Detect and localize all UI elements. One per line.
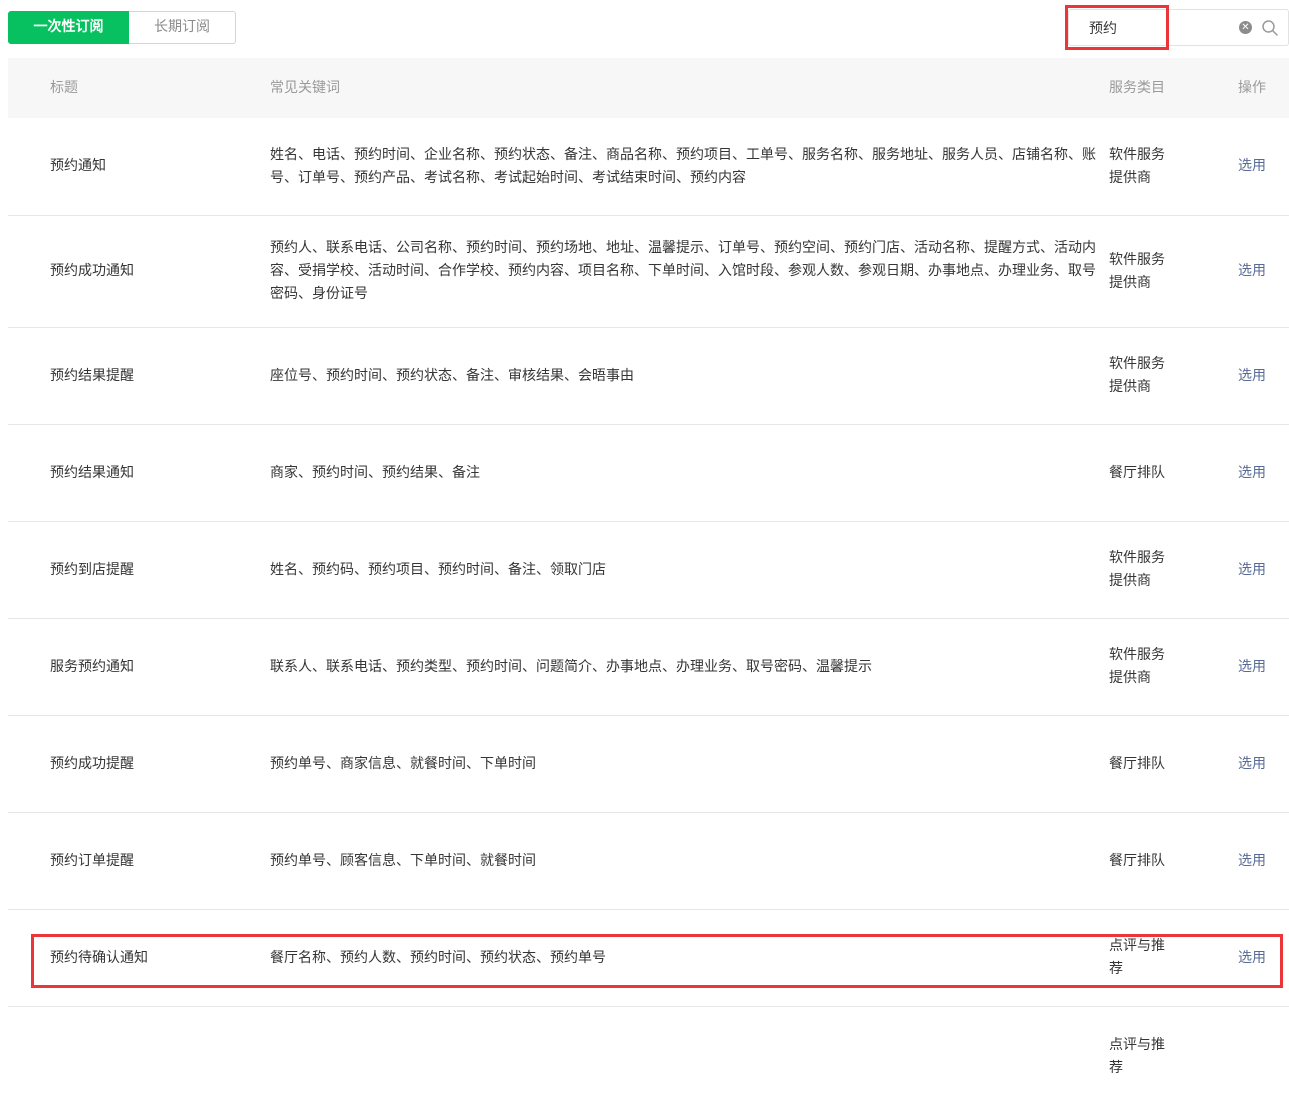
search-box: ✕ [1068,9,1289,46]
row-category: 软件服务提供商 [1109,356,1165,395]
select-link[interactable]: 选用 [1238,947,1266,970]
row-operation: 选用 [1238,619,1278,715]
row-operation: 选用 [1238,118,1278,215]
row-category: 软件服务提供商 [1109,647,1165,686]
select-link[interactable]: 选用 [1238,656,1266,679]
row-operation: 选用 [1238,716,1278,812]
toolbar: 一次性订阅 长期订阅 ✕ [0,0,1289,58]
row-operation [1238,1007,1278,1104]
row-keywords: 联系人、联系电话、预约类型、预约时间、问题简介、办事地点、办理业务、取号密码、温… [270,658,872,675]
table-row: 预约成功通知 预约人、联系电话、公司名称、预约时间、预约场地、地址、温馨提示、订… [8,216,1289,328]
row-category: 餐厅排队 [1109,755,1165,772]
row-operation: 选用 [1238,425,1278,521]
row-title [50,1007,250,1104]
table-row: 点评与推荐 [8,1007,1289,1104]
row-category: 软件服务提供商 [1109,146,1165,186]
row-operation: 选用 [1238,910,1278,1006]
row-category: 餐厅排队 [1109,852,1165,869]
table-row: 预约待确认通知 餐厅名称、预约人数、预约时间、预约状态、预约单号 点评与推荐 选… [8,910,1289,1007]
row-operation: 选用 [1238,328,1278,424]
row-keywords: 预约人、联系电话、公司名称、预约时间、预约场地、地址、温馨提示、订单号、预约空间… [270,240,1096,302]
table-row: 预约订单提醒 预约单号、顾客信息、下单时间、就餐时间 餐厅排队 选用 [8,813,1289,910]
row-title: 预约结果提醒 [50,367,134,384]
row-title: 预约成功通知 [50,263,134,279]
header-category: 服务类目 [1109,80,1165,96]
row-keywords: 餐厅名称、预约人数、预约时间、预约状态、预约单号 [270,949,606,966]
select-link[interactable]: 选用 [1238,155,1266,178]
row-title: 预约结果通知 [50,464,134,481]
table-row: 预约结果通知 商家、预约时间、预约结果、备注 餐厅排队 选用 [8,425,1289,522]
clear-icon[interactable]: ✕ [1239,21,1252,34]
row-title: 预约到店提醒 [50,561,134,578]
row-keywords: 商家、预约时间、预约结果、备注 [270,464,480,481]
select-link[interactable]: 选用 [1238,850,1266,873]
select-link[interactable]: 选用 [1238,559,1266,582]
header-keywords: 常见关键词 [270,80,340,96]
table-row: 预约结果提醒 座位号、预约时间、预约状态、备注、审核结果、会晤事由 软件服务提供… [8,328,1289,425]
table-row: 预约通知 姓名、电话、预约时间、企业名称、预约状态、备注、商品名称、预约项目、工… [8,118,1289,216]
row-category: 餐厅排队 [1109,464,1165,481]
row-operation: 选用 [1238,813,1278,909]
row-keywords: 预约单号、商家信息、就餐时间、下单时间 [270,755,536,772]
table-header: 标题 常见关键词 服务类目 操作 [8,58,1289,118]
row-category: 点评与推荐 [1109,938,1165,977]
row-keywords: 姓名、电话、预约时间、企业名称、预约状态、备注、商品名称、预约项目、工单号、服务… [270,146,1096,186]
select-link[interactable]: 选用 [1238,753,1266,776]
row-keywords: 座位号、预约时间、预约状态、备注、审核结果、会晤事由 [270,367,634,384]
row-title: 预约订单提醒 [50,852,134,869]
search-input[interactable] [1069,10,1229,45]
tab-long-term-subscription[interactable]: 长期订阅 [129,11,236,44]
select-link[interactable]: 选用 [1238,365,1266,388]
tab-one-time-subscription[interactable]: 一次性订阅 [8,11,129,44]
row-category: 点评与推荐 [1109,1037,1165,1076]
row-category: 软件服务提供商 [1109,251,1165,291]
table-row: 服务预约通知 联系人、联系电话、预约类型、预约时间、问题简介、办事地点、办理业务… [8,619,1289,716]
row-keywords: 预约单号、顾客信息、下单时间、就餐时间 [270,852,536,869]
row-title: 预约通知 [50,158,106,174]
search-icon[interactable] [1261,19,1279,37]
row-keywords: 姓名、预约码、预约项目、预约时间、备注、领取门店 [270,561,606,578]
row-operation: 选用 [1238,522,1278,618]
row-title: 服务预约通知 [50,658,134,675]
header-operation: 操作 [1238,80,1266,96]
row-keywords [270,1007,1096,1104]
row-title: 预约成功提醒 [50,755,134,772]
select-link[interactable]: 选用 [1238,462,1266,485]
select-link[interactable]: 选用 [1238,260,1266,283]
header-title: 标题 [50,80,78,96]
table-row: 预约成功提醒 预约单号、商家信息、就餐时间、下单时间 餐厅排队 选用 [8,716,1289,813]
table-row: 预约到店提醒 姓名、预约码、预约项目、预约时间、备注、领取门店 软件服务提供商 … [8,522,1289,619]
row-category: 软件服务提供商 [1109,550,1165,589]
row-operation: 选用 [1238,216,1278,327]
row-title: 预约待确认通知 [50,949,148,966]
subscription-tabs: 一次性订阅 长期订阅 [8,11,236,44]
